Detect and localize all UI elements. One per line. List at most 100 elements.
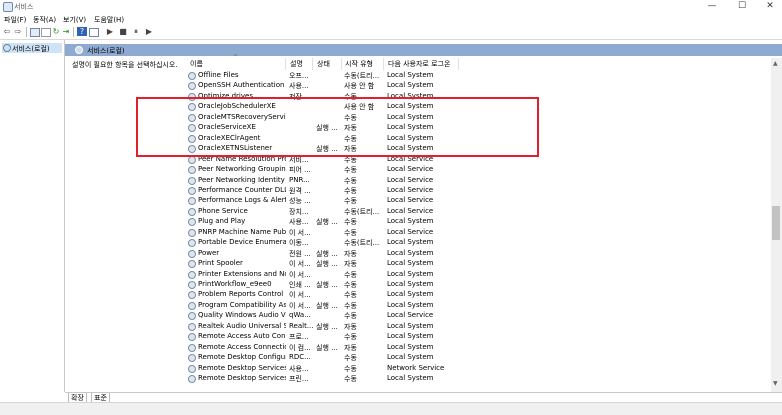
service-row[interactable]: Realtek Audio Universal Ser...Realt...실행… — [185, 321, 771, 331]
back-icon[interactable]: ⇦ — [2, 27, 12, 36]
gear-icon — [188, 207, 196, 216]
column-divider[interactable] — [458, 58, 459, 70]
stop-icon[interactable]: ■ — [118, 27, 128, 36]
service-name: Portable Device Enumerato... — [198, 238, 286, 247]
column-divider[interactable] — [383, 58, 384, 70]
service-logon-as: Local Service — [387, 311, 434, 320]
scrollbar-thumb[interactable] — [772, 206, 780, 240]
service-row[interactable]: Plug and Play 사용... 실행 ... 수동 Local System — [185, 216, 771, 227]
service-logon-as: Local System — [387, 259, 434, 268]
service-description: RDC... — [289, 353, 311, 362]
export-icon[interactable]: ⇥ — [61, 27, 71, 36]
play-icon[interactable]: ▶ — [105, 27, 115, 36]
service-name: Remote Desktop Services — [198, 363, 286, 372]
service-row[interactable]: Portable Device Enumerato...이동...수동(트리..… — [185, 237, 771, 248]
services-app-icon — [3, 2, 13, 12]
service-name: Program Compatibility Assi... — [198, 300, 286, 309]
service-row[interactable]: OpenSSH Authentication A...사용...사용 안 함Lo… — [185, 80, 771, 91]
forward-icon[interactable]: ⇨ — [13, 27, 23, 36]
service-name: Quality Windows Audio Vi... — [198, 311, 286, 320]
restart-icon[interactable]: ▶ — [144, 27, 154, 36]
service-name: Remote Access Auto Conn... — [198, 332, 286, 341]
service-row[interactable]: Printer Extensions and Noti...이 서...수동Lo… — [185, 269, 771, 279]
panel-header-label: 서비스(로컬) — [87, 47, 125, 55]
service-logon-as: Local System — [387, 269, 434, 278]
service-description: Realt... — [289, 321, 313, 330]
service-name: PNRP Machine Name Publi... — [198, 227, 286, 236]
service-row[interactable]: Remote Desktop Services 사용... 수동 Network Se… — [185, 363, 771, 373]
service-name: Remote Desktop Configura... — [198, 353, 286, 362]
service-row[interactable]: Power 전원 ... 실행 ... 자동 Local System — [185, 248, 771, 258]
gear-icon — [188, 343, 196, 352]
gear-icon — [188, 281, 196, 289]
service-description: 프린... — [289, 375, 309, 384]
menu-view[interactable]: 보기(V) — [63, 15, 86, 25]
gear-icon — [188, 186, 196, 195]
column-divider[interactable] — [341, 58, 342, 70]
service-name: Power — [198, 248, 220, 257]
service-name: Peer Networking Identity ... — [198, 175, 286, 184]
service-logon-as: Local System — [387, 81, 434, 90]
toolbar-separator — [73, 27, 74, 37]
menu-file[interactable]: 파일(F) — [4, 15, 26, 25]
window-title: 서비스 — [14, 3, 34, 11]
scroll-down-icon[interactable]: ▼ — [773, 380, 778, 387]
gear-icon — [188, 228, 196, 237]
menu-bar: 파일(F) 동작(A) 보기(V) 도움말(H) — [0, 13, 782, 25]
service-row[interactable]: Print Spooler 이 서... 실행 ... 자동 Local System — [185, 258, 771, 269]
service-row[interactable]: Peer Networking Identity ... PNR... 수동 Loca… — [185, 175, 771, 185]
service-name: Peer Networking Grouping — [198, 165, 286, 174]
gear-icon — [75, 46, 83, 54]
service-row[interactable]: PrintWorkflow_e9ee0 인쇄 ... 실행 ... 수동 Local S… — [185, 279, 771, 289]
help-icon[interactable]: ? — [77, 27, 87, 36]
properties-icon[interactable] — [41, 28, 51, 37]
close-button[interactable]: ✕ — [758, 0, 782, 13]
menu-help[interactable]: 도움말(H) — [94, 15, 124, 25]
service-row[interactable]: Remote Desktop Configura...RDC...수동Local… — [185, 352, 771, 363]
service-name: PrintWorkflow_e9ee0 — [198, 280, 272, 288]
service-description: PNR... — [289, 175, 310, 184]
service-row[interactable]: Phone Service 장치... 수동(트리... Local Service — [185, 206, 771, 216]
service-name: Phone Service — [198, 206, 248, 215]
view-icon[interactable] — [89, 28, 99, 37]
console-tree-icon[interactable] — [30, 28, 40, 37]
service-row[interactable]: Peer Networking Grouping 피어 ... 수동 Local Se… — [185, 164, 771, 175]
gear-icon — [188, 354, 196, 363]
maximize-button[interactable]: ☐ — [730, 0, 754, 13]
panel-description: 설명이 필요한 항목을 선택하십시오. — [72, 61, 178, 69]
pause-icon[interactable]: ⏸ — [131, 27, 141, 36]
service-logon-as: Local System — [387, 248, 434, 257]
service-row[interactable]: Performance Logs & Alerts 성능 ... 수동 Local S… — [185, 195, 771, 206]
gear-icon — [188, 312, 196, 321]
column-divider[interactable] — [285, 58, 286, 70]
service-startup-type: 수동 — [344, 375, 357, 384]
service-row[interactable]: Remote Access Auto Conn...프로...수동Local S… — [185, 331, 771, 342]
refresh-icon[interactable]: ↻ — [51, 27, 61, 36]
service-row[interactable]: Offline Files 오프... 수동(트리... Local System — [185, 70, 771, 80]
service-logon-as: Local System — [387, 332, 434, 341]
service-row[interactable]: Performance Counter DLL ...원격 ...수동Local… — [185, 185, 771, 195]
service-name: Plug and Play — [198, 217, 246, 226]
gear-icon — [188, 72, 196, 80]
service-row[interactable]: PNRP Machine Name Publi...이 서...수동Local … — [185, 227, 771, 237]
menu-action[interactable]: 동작(A) — [33, 15, 56, 25]
vertical-scrollbar[interactable]: ▲ ▼ — [771, 58, 782, 392]
gear-icon — [188, 260, 196, 269]
scroll-up-icon[interactable]: ▲ — [773, 60, 778, 67]
column-divider[interactable] — [312, 58, 313, 70]
service-row[interactable]: Remote Access Connection...이 컴...실행 ...자… — [185, 342, 771, 352]
minimize-button[interactable]: — — [700, 0, 724, 13]
service-logon-as: Local System — [387, 353, 434, 362]
service-name: Realtek Audio Universal Ser... — [198, 321, 286, 330]
service-logon-as: Network Service — [387, 363, 445, 372]
service-row[interactable]: Problem Reports Control P... 이 서... 수동 Loca… — [185, 289, 771, 300]
service-row[interactable]: Remote Desktop Services ...프린... 수동 Local … — [185, 373, 771, 384]
service-name: Remote Desktop Services ... — [198, 374, 286, 383]
gear-icon — [188, 166, 196, 175]
tree-node-services-local[interactable]: 서비스(로컬) — [2, 43, 62, 53]
service-row[interactable]: Quality Windows Audio Vi... qWa... 수동 Local… — [185, 310, 771, 321]
service-logon-as: Local System — [387, 342, 434, 351]
gear-icon — [188, 218, 196, 227]
service-row[interactable]: Program Compatibility Assi...이 서...실행 ..… — [185, 300, 771, 310]
gear-icon — [188, 176, 196, 185]
